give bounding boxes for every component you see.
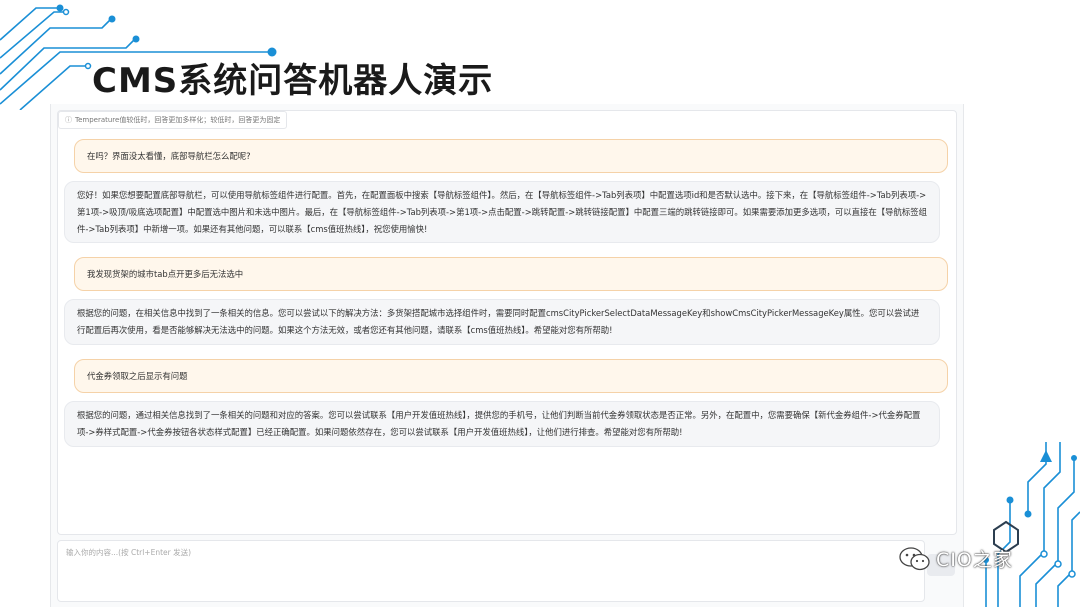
bot-message-text: 您好！如果您想要配置底部导航栏，可以使用导航标签组件进行配置。首先，在配置面板中… xyxy=(77,190,928,234)
chat-history-panel[interactable]: ⓘ Temperature值较低时，回答更加多样化；较低时，回答更为固定 在吗？界… xyxy=(57,110,957,535)
message-input[interactable] xyxy=(58,541,924,601)
circuit-decoration-bottom-right xyxy=(983,442,1080,607)
user-message-text: 代金券领取之后显示有问题 xyxy=(87,370,188,381)
user-message-text: 我发现货架的城市tab点开更多后无法选中 xyxy=(87,268,244,279)
bot-message: 根据您的问题，在相关信息中找到了一条相关的信息。您可以尝试以下的解决方法：多货架… xyxy=(64,299,940,345)
page-title: CMS系统问答机器人演示 xyxy=(92,61,494,101)
wechat-logo-icon xyxy=(899,546,930,570)
message-input-area xyxy=(57,540,925,602)
user-message: 代金券领取之后显示有问题 xyxy=(74,359,948,393)
bot-message-text: 根据您的问题，通过相关信息找到了一条相关的问题和对应的答案。您可以尝试联系【用户… xyxy=(77,410,921,437)
bot-message-text: 根据您的问题，在相关信息中找到了一条相关的信息。您可以尝试以下的解决方法：多货架… xyxy=(77,308,920,335)
watermark: CIO之家 xyxy=(898,545,1013,572)
info-icon: ⓘ xyxy=(65,116,72,124)
user-message-text: 在吗？界面没太看懂，底部导航栏怎么配呢? xyxy=(87,150,251,161)
bot-message: 您好！如果您想要配置底部导航栏，可以使用导航标签组件进行配置。首先，在配置面板中… xyxy=(64,181,940,243)
temperature-hint-text: Temperature值较低时，回答更加多样化；较低时，回答更为固定 xyxy=(75,116,281,124)
user-message: 在吗？界面没太看懂，底部导航栏怎么配呢? xyxy=(74,139,948,173)
user-message: 我发现货架的城市tab点开更多后无法选中 xyxy=(74,257,948,291)
bot-message: 根据您的问题，通过相关信息找到了一条相关的问题和对应的答案。您可以尝试联系【用户… xyxy=(64,401,940,447)
temperature-hint: ⓘ Temperature值较低时，回答更加多样化；较低时，回答更为固定 xyxy=(58,111,288,129)
chat-app-frame: ⓘ Temperature值较低时，回答更加多样化；较低时，回答更为固定 在吗？界… xyxy=(50,104,964,607)
watermark-text: CIO之家 xyxy=(936,549,1013,571)
